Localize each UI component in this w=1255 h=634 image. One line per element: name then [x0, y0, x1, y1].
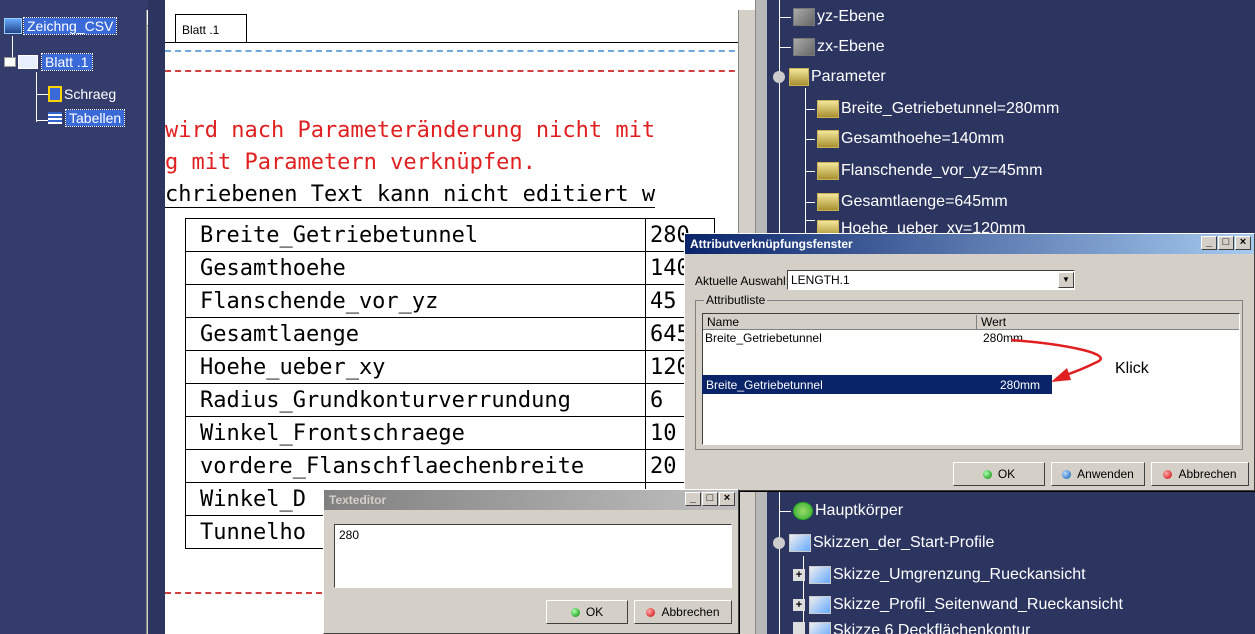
tree-sheet[interactable]: Blatt .1	[4, 52, 93, 72]
expand-icon[interactable]: +	[793, 569, 805, 581]
close-icon[interactable]: ×	[719, 492, 735, 506]
dialog-title: Texteditor	[329, 493, 387, 507]
sketch-icon	[809, 622, 831, 634]
maximize-icon[interactable]: □	[702, 492, 718, 506]
parameter-icon	[789, 68, 809, 86]
tree-item-skizzen[interactable]: Skizzen_der_Start-Profile	[813, 534, 994, 552]
sketch-icon	[809, 596, 831, 614]
sheet-icon	[18, 55, 38, 69]
tree-item-yz[interactable]: yz-Ebene	[817, 8, 885, 26]
current-selection-label: Aktuelle Auswahl:	[695, 274, 790, 288]
text-editor-area[interactable]: 280	[334, 524, 732, 588]
tree-root[interactable]: Zeichng_CSV	[4, 16, 118, 36]
cancel-button[interactable]: Abbrechen	[634, 600, 732, 624]
plane-icon	[793, 8, 815, 26]
tree-item-zx[interactable]: zx-Ebene	[817, 38, 885, 56]
table-cell-name[interactable]: Flanschende_vor_yz	[185, 284, 646, 318]
current-selection-combo[interactable]: LENGTH.1 ▼	[787, 270, 1075, 290]
selected-row-name: Breite_Getriebetunnel	[706, 378, 823, 392]
minimize-icon[interactable]: _	[685, 492, 701, 506]
note-text: chriebenen Text kann nicht editiert w	[165, 182, 656, 208]
apply-button[interactable]: Anwenden	[1051, 462, 1145, 486]
annotation-arrow	[1010, 338, 1102, 382]
table-row[interactable]: Hoehe_ueber_xy 120	[185, 350, 715, 384]
ok-button[interactable]: OK	[546, 600, 628, 624]
tree-param-3[interactable]: Flanschende_vor_yz=45mm	[841, 162, 1042, 180]
cancel-button[interactable]: Abbrechen	[1151, 462, 1249, 486]
table-row[interactable]: Breite_Getriebetunnel 280	[185, 218, 715, 252]
sheet-tab-bar: Blatt .1	[165, 10, 755, 43]
tree-param-4[interactable]: Gesamtlaenge=645mm	[841, 193, 1008, 211]
selected-list-row[interactable]: Breite_Getriebetunnel 280mm	[702, 375, 1052, 394]
tree-param-1[interactable]: Breite_Getriebetunnel=280mm	[841, 100, 1059, 118]
parameter-icon	[817, 220, 839, 234]
tree-root-label: Zeichng_CSV	[22, 17, 118, 35]
dialog-title: Attributverknüpfungsfenster	[690, 237, 853, 251]
list-row-name[interactable]: Breite_Getriebetunnel	[705, 331, 822, 345]
tree-sketch-3[interactable]: Skizze 6 Deckflächenkontur	[833, 622, 1030, 634]
attribute-link-dialog[interactable]: Attributverknüpfungsfenster _ □ × Aktuel…	[684, 233, 1255, 491]
sketch-icon	[809, 566, 831, 584]
frame-line	[165, 50, 755, 52]
table-row[interactable]: Gesamthoehe 140	[185, 251, 715, 285]
table-row[interactable]: Radius_Grundkonturverrundung 6	[185, 383, 715, 417]
table-row[interactable]: Winkel_Frontschraege 10	[185, 416, 715, 450]
maximize-icon[interactable]: □	[1218, 236, 1234, 250]
text-editor-dialog[interactable]: Texteditor _ □ × 280 OK Abbrechen	[323, 489, 739, 634]
table-row[interactable]: Flanschende_vor_yz 45	[185, 284, 715, 318]
column-name[interactable]: Name	[707, 315, 977, 330]
expand-icon[interactable]: +	[793, 599, 805, 611]
scroll-up-icon[interactable]: ▲	[147, 10, 148, 26]
table-cell-name[interactable]: Radius_Grundkonturverrundung	[185, 383, 646, 417]
note-text: g mit Parametern verknüpfen.	[165, 150, 536, 175]
close-icon[interactable]: ×	[1235, 236, 1251, 250]
left-scrollbar[interactable]: ▲	[146, 10, 148, 634]
table-cell-name[interactable]: Winkel_Frontschraege	[185, 416, 646, 450]
table-cell-name[interactable]: Hoehe_ueber_xy	[185, 350, 646, 384]
tree-item-hauptkoerper[interactable]: Hauptkörper	[815, 502, 903, 520]
chevron-down-icon[interactable]: ▼	[1058, 272, 1074, 288]
tree-sketch-2[interactable]: Skizze_Profil_Seitenwand_Rueckansicht	[833, 596, 1123, 614]
ok-button[interactable]: OK	[953, 462, 1045, 486]
geometric-set-icon	[789, 534, 811, 552]
table-row[interactable]: vordere_Flanschflaechenbreite 20	[185, 449, 715, 483]
tree-param-2[interactable]: Gesamthoehe=140mm	[841, 130, 1004, 148]
plane-icon	[793, 38, 815, 56]
table-cell-name[interactable]: Gesamthoehe	[185, 251, 646, 285]
view-icon	[48, 86, 62, 102]
tree-param-5[interactable]: Hoehe_ueber_xy=120mm	[841, 220, 1026, 234]
table-icon	[48, 112, 62, 124]
tab-blatt-1[interactable]: Blatt .1	[175, 14, 247, 42]
body-icon	[793, 502, 813, 520]
parameter-icon	[817, 100, 839, 118]
collapse-icon[interactable]	[773, 537, 785, 549]
note-text: wird nach Parameteränderung nicht mit	[165, 118, 656, 143]
tree-table-label: Tabellen	[64, 109, 126, 127]
table-cell-name[interactable]: Gesamtlaenge	[185, 317, 646, 351]
parameter-icon	[817, 130, 839, 148]
table-row[interactable]: Gesamtlaenge 645	[185, 317, 715, 351]
spec-tree-panel: Zeichng_CSV Blatt .1 Schraeg Tabellen ▲	[0, 0, 148, 634]
parameter-icon	[817, 162, 839, 180]
column-value[interactable]: Wert	[981, 315, 1006, 329]
tree-sheet-label: Blatt .1	[41, 53, 93, 71]
collapse-icon[interactable]	[773, 71, 785, 83]
tree-view-label: Schraeg	[64, 86, 117, 102]
drawing-icon	[4, 18, 22, 34]
group-label: Attributliste	[704, 293, 768, 307]
tree-table[interactable]: Tabellen	[48, 108, 126, 128]
minimize-icon[interactable]: _	[1201, 236, 1217, 250]
table-cell-name[interactable]: vordere_Flanschflaechenbreite	[185, 449, 646, 483]
parameter-icon	[817, 193, 839, 211]
collapse-icon[interactable]	[4, 57, 16, 67]
frame-line	[165, 70, 755, 72]
tree-item-parameter[interactable]: Parameter	[811, 68, 886, 86]
tree-view-schraeg[interactable]: Schraeg	[48, 84, 116, 104]
tree-sketch-1[interactable]: Skizze_Umgrenzung_Rueckansicht	[833, 566, 1086, 584]
table-cell-name[interactable]: Breite_Getriebetunnel	[185, 218, 646, 252]
